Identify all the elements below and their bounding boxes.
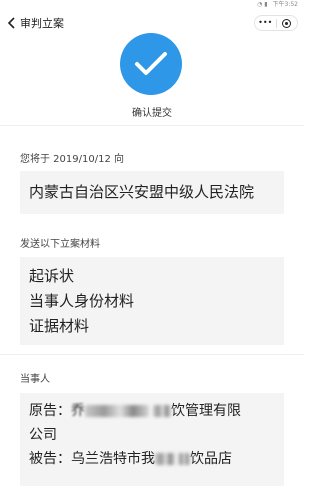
- defendant-name-end: 饮品店: [190, 451, 232, 467]
- material-item: 当事人身份材料: [29, 292, 135, 310]
- redacted-block: [85, 405, 149, 417]
- page-title: 审判立案: [20, 17, 64, 30]
- court-name: 内蒙古自治区兴安盟中级人民法院: [29, 183, 255, 201]
- more-button[interactable]: •••: [255, 16, 276, 30]
- defendant-line: 被告：乌兰浩特市我 饮品店: [29, 447, 275, 471]
- status-time: 下午3:52: [272, 1, 298, 8]
- mini-program-capsule: •••: [254, 15, 298, 31]
- defendant-name-start: 乌兰浩特市我: [71, 451, 155, 467]
- confirm-label: 确认提交: [132, 108, 172, 119]
- success-check-icon: [120, 33, 182, 95]
- material-item: 证据材料: [29, 317, 90, 335]
- redacted-block: [153, 405, 171, 417]
- defendant-prefix: 被告：: [29, 451, 71, 467]
- court-section-label: 您将于 2019/10/12 向: [20, 154, 124, 165]
- close-mini-program-button[interactable]: [277, 16, 298, 30]
- parties-box: 原告：乔 饮管理有限 公司 被告：乌兰浩特市我 饮品店: [20, 393, 284, 486]
- redacted-block: [155, 453, 175, 465]
- divider: [0, 125, 304, 126]
- plaintiff-name-start: 乔: [71, 403, 85, 419]
- signal-icon: ◔ ▮: [257, 1, 268, 8]
- redacted-block: [178, 453, 190, 465]
- back-arrow-icon[interactable]: [2, 10, 20, 36]
- plaintiff-prefix: 原告：: [29, 403, 71, 419]
- divider: [0, 354, 304, 355]
- court-box: 内蒙古自治区兴安盟中级人民法院: [20, 171, 284, 214]
- status-bar: ◔ ▮ 下午3:52: [0, 0, 304, 10]
- plaintiff-line: 原告：乔 饮管理有限: [29, 399, 275, 423]
- materials-box: 起诉状 当事人身份材料 证据材料: [20, 257, 284, 345]
- parties-section-label: 当事人: [20, 374, 50, 385]
- materials-section-label: 发送以下立案材料: [20, 239, 100, 250]
- plaintiff-line-2: 公司: [29, 427, 57, 443]
- more-dots-icon: •••: [258, 18, 273, 27]
- material-item: 起诉状: [29, 267, 75, 285]
- plaintiff-name-end: 饮管理有限: [171, 403, 241, 419]
- target-icon: [282, 18, 292, 28]
